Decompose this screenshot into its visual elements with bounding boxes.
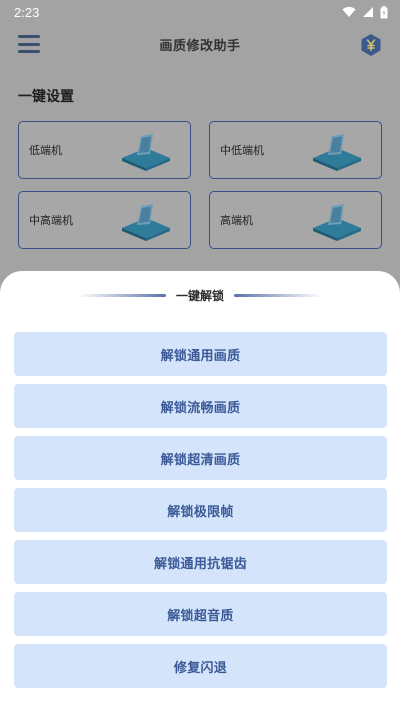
device-card-low[interactable]: 低端机 (18, 121, 191, 179)
device-card-label: 中高端机 (29, 214, 73, 227)
phone-platform-icon (313, 204, 361, 241)
fix-crash-button[interactable]: 修复闪退 (14, 644, 387, 688)
signal-icon (363, 7, 373, 17)
unlock-general-quality-button[interactable]: 解锁通用画质 (14, 332, 387, 376)
unlock-antialiasing-button[interactable]: 解锁通用抗锯齿 (14, 540, 387, 584)
title-divider-left (77, 293, 166, 297)
app-bar: 画质修改助手 (0, 24, 400, 64)
unlock-max-framerate-button[interactable]: 解锁极限帧 (14, 488, 387, 532)
device-card-label: 高端机 (220, 214, 253, 227)
wifi-icon (342, 6, 356, 17)
device-card-high[interactable]: 高端机 (209, 191, 382, 249)
phone-platform-icon (313, 134, 361, 171)
unlock-super-audio-button[interactable]: 解锁超音质 (14, 592, 387, 636)
app-title: 画质修改助手 (159, 38, 241, 54)
status-time: 2:23 (14, 4, 40, 20)
unlock-actions: 解锁通用画质 解锁流畅画质 解锁超清画质 解锁极限帧 解锁通用抗锯齿 解锁超音质… (14, 332, 387, 688)
title-divider-right (234, 293, 322, 297)
device-card-label: 低端机 (29, 144, 62, 157)
battery-icon (380, 5, 388, 18)
sheet-header: 一键解锁 (0, 285, 400, 305)
phone-platform-icon (122, 134, 170, 171)
device-card-mid-high[interactable]: 中高端机 (18, 191, 191, 249)
unlock-hd-quality-button[interactable]: 解锁超清画质 (14, 436, 387, 480)
device-grid: 低端机 中低端机 中高端机 高端机 (18, 121, 382, 249)
unlock-smooth-quality-button[interactable]: 解锁流畅画质 (14, 384, 387, 428)
sheet-title: 一键解锁 (175, 288, 224, 303)
device-card-label: 中低端机 (220, 144, 264, 157)
status-bar: 2:23 (0, 0, 400, 24)
phone-platform-icon (122, 204, 170, 241)
section-title: 一键设置 (18, 89, 74, 105)
hamburger-menu-icon[interactable] (18, 35, 40, 53)
unlock-bottom-sheet: 一键解锁 解锁通用画质 解锁流畅画质 解锁超清画质 解锁极限帧 解锁通用抗锯齿 … (0, 271, 400, 712)
yen-hexagon-icon[interactable] (360, 33, 382, 57)
device-card-mid-low[interactable]: 中低端机 (209, 121, 382, 179)
status-icons (342, 5, 388, 19)
